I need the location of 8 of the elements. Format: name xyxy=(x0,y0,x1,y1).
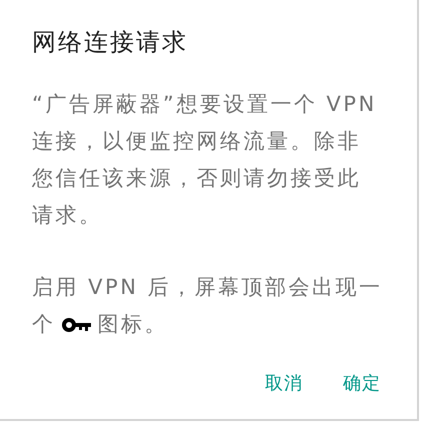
dialog-message: “广告屏蔽器”想要设置一个 VPN 连接，以便监控网络流量。除非您信任该来源，否则请勿接受此请求。 xyxy=(32,91,378,229)
key-icon xyxy=(62,318,92,332)
notice-text: 个 xyxy=(32,311,56,338)
ok-button[interactable]: 确定 xyxy=(335,366,389,401)
notice-text: 启用 VPN 后，屏幕顶部会出现一 xyxy=(32,274,383,301)
cancel-button[interactable]: 取消 xyxy=(257,366,311,401)
notice-text: 图标。 xyxy=(98,311,168,338)
dialog-title: 网络连接请求 xyxy=(32,27,189,58)
